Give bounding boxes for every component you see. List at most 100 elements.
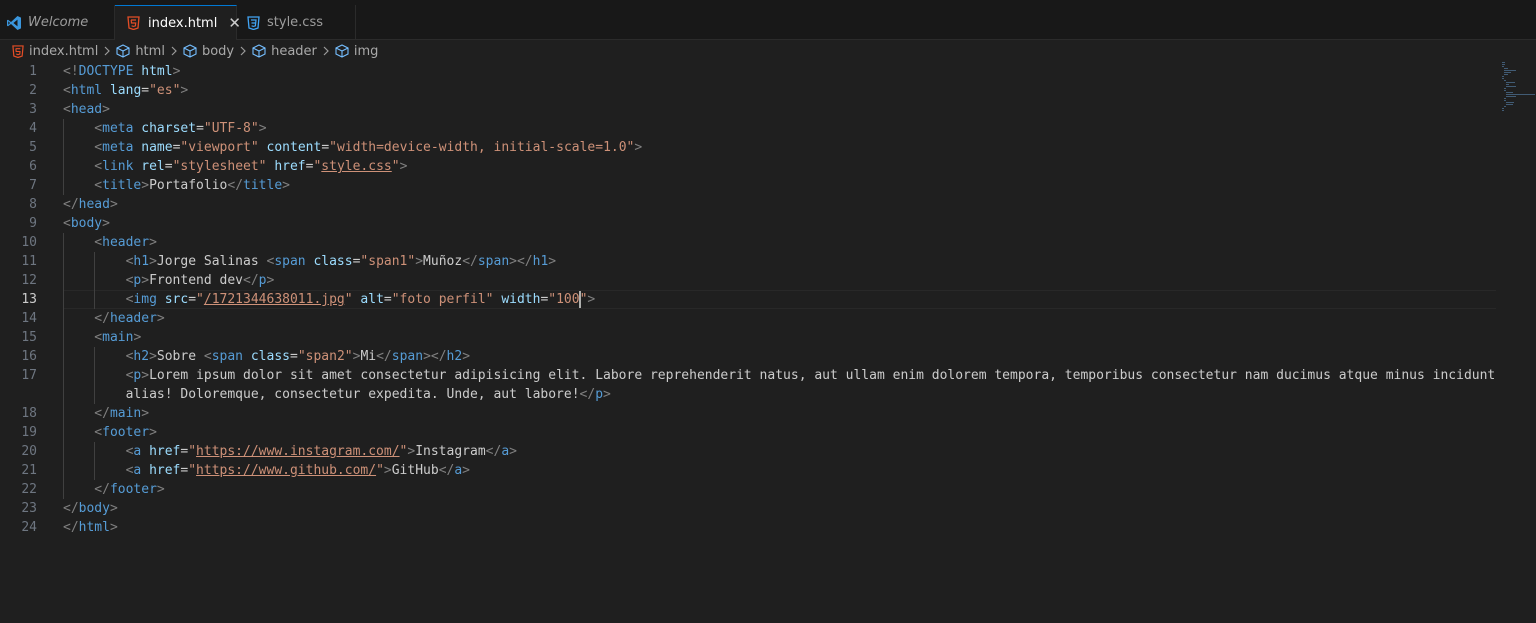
code-token: <: [94, 140, 103, 155]
indent-guide: [63, 385, 64, 404]
code-token: src: [164, 292, 189, 307]
minimap-line: [1504, 68, 1508, 69]
code-token: header: [109, 311, 157, 326]
minimap[interactable]: [1500, 62, 1536, 182]
line-number: 20: [21, 444, 37, 459]
code-line[interactable]: <head>: [63, 100, 1483, 119]
code-token: >: [399, 159, 408, 174]
line-number: 18: [21, 406, 37, 421]
code-token: head: [70, 102, 103, 117]
code-line[interactable]: <a href="https://www.github.com/">GitHub…: [63, 461, 1483, 480]
code-line[interactable]: <header>: [63, 233, 1483, 252]
code-token: "UTF-8": [203, 121, 259, 136]
code-token: </: [63, 501, 79, 516]
code-token: >: [109, 501, 118, 516]
code-token: =: [196, 121, 204, 136]
code-token: "foto perfil": [391, 292, 494, 307]
code-token: <: [94, 425, 103, 440]
code-line[interactable]: <link rel="stylesheet" href="style.css">: [63, 157, 1483, 176]
code-line[interactable]: <main>: [63, 328, 1483, 347]
code-line[interactable]: </html>: [63, 518, 1483, 537]
code-token: Portafolio: [149, 178, 228, 193]
code-line[interactable]: <body>: [63, 214, 1483, 233]
code-token: body: [70, 216, 103, 231]
code-editor[interactable]: 1 2 3 4 5 6 7 8 9 10 11 12 13 14 15 16 17 18 19 20 21 22 23 24 …: [0, 62, 1536, 623]
html5-icon: [12, 44, 24, 58]
indent-guide: [63, 233, 64, 252]
code-line[interactable]: <p>Frontend dev</p>: [63, 271, 1483, 290]
code-line[interactable]: <meta name="viewport" content="width=dev…: [63, 138, 1483, 157]
minimap-line: [1504, 88, 1506, 89]
breadcrumb-item-header[interactable]: header: [252, 44, 317, 59]
symbol-element-icon: [252, 44, 266, 58]
tab-welcome[interactable]: Welcome: [0, 5, 115, 40]
code-line[interactable]: <h1>Jorge Salinas <span class="span1">Mu…: [63, 252, 1483, 271]
code-token: head: [78, 197, 110, 212]
code-token: >: [462, 349, 471, 364]
minimap-line: [1506, 102, 1515, 103]
line-number: 17: [21, 368, 37, 383]
line-number: 4: [29, 121, 37, 136]
code-line[interactable]: <a href="https://www.instagram.com/">Ins…: [63, 442, 1483, 461]
breadcrumb-item-img[interactable]: img: [335, 44, 378, 59]
code-line[interactable]: </body>: [63, 499, 1483, 518]
code-token: <: [94, 178, 103, 193]
code-line[interactable]: </head>: [63, 195, 1483, 214]
code-line[interactable]: <title>Portafolio</title>: [63, 176, 1483, 195]
line-number: 6: [29, 159, 37, 174]
breadcrumb-item-file[interactable]: index.html: [12, 44, 98, 59]
line-number: 9: [29, 216, 37, 231]
breadcrumb-item-html[interactable]: html: [116, 44, 165, 59]
code-token: html: [70, 83, 103, 98]
minimap-line: [1502, 108, 1504, 109]
code-token: Jorge Salinas: [156, 254, 267, 269]
code-line[interactable]: <img src="/1721344638011.jpg" alt="foto …: [63, 290, 1483, 309]
indent-guide: [63, 461, 64, 480]
code-token: >: [266, 273, 275, 288]
code-line[interactable]: <footer>: [63, 423, 1483, 442]
indent-guide: [63, 366, 64, 385]
breadcrumb-item-body[interactable]: body: [183, 44, 234, 59]
code-line[interactable]: <meta charset="UTF-8">: [63, 119, 1483, 138]
code-token: https://www.github.com/: [196, 463, 377, 478]
code-token: >: [149, 235, 157, 250]
code-token: >: [149, 349, 157, 364]
code-line[interactable]: </main>: [63, 404, 1483, 423]
code-token: footer: [109, 482, 157, 497]
minimap-line: [1504, 90, 1506, 91]
code-line[interactable]: alias! Doloremque, consectetur expedita.…: [63, 385, 1483, 404]
code-token: "width=device-width, initial-scale=1.0": [329, 140, 635, 155]
line-number: 15: [21, 330, 37, 345]
line-number: 5: [29, 140, 37, 155]
indent-guide: [63, 442, 64, 461]
code-token: "stylesheet": [172, 159, 267, 174]
indent-guide: [63, 176, 64, 195]
code-line[interactable]: <!DOCTYPE html>: [63, 62, 1483, 81]
code-token: a: [454, 463, 463, 478]
code-token: charset: [141, 121, 197, 136]
minimap-line: [1506, 86, 1516, 87]
code-token: ></: [509, 254, 533, 269]
code-line[interactable]: </header>: [63, 309, 1483, 328]
minimap-line: [1504, 106, 1506, 107]
code-token: </: [94, 482, 110, 497]
code-token: Instagram: [415, 444, 486, 459]
html5-icon: [127, 16, 140, 30]
tab-label: index.html: [148, 15, 218, 31]
code-token: >: [548, 254, 557, 269]
code-line[interactable]: <p>Lorem ipsum dolor sit amet consectetu…: [63, 366, 1496, 385]
code-token: </: [243, 273, 259, 288]
tab-index-html[interactable]: index.html ✕: [115, 5, 241, 40]
code-line[interactable]: <html lang="es">: [63, 81, 1483, 100]
code-token: ": [391, 159, 400, 174]
line-number: 19: [21, 425, 37, 440]
code-token: Frontend dev: [149, 273, 243, 288]
code-token: <: [203, 349, 212, 364]
code-line[interactable]: <h2>Sobre <span class="span2">Mi</span><…: [63, 347, 1483, 366]
code-area[interactable]: <!DOCTYPE html> <html lang="es"> <head> <me…: [63, 62, 1496, 537]
code-line[interactable]: </footer>: [63, 480, 1483, 499]
tab-style-css[interactable]: style.css: [237, 5, 356, 40]
indent-guide: [63, 423, 64, 442]
